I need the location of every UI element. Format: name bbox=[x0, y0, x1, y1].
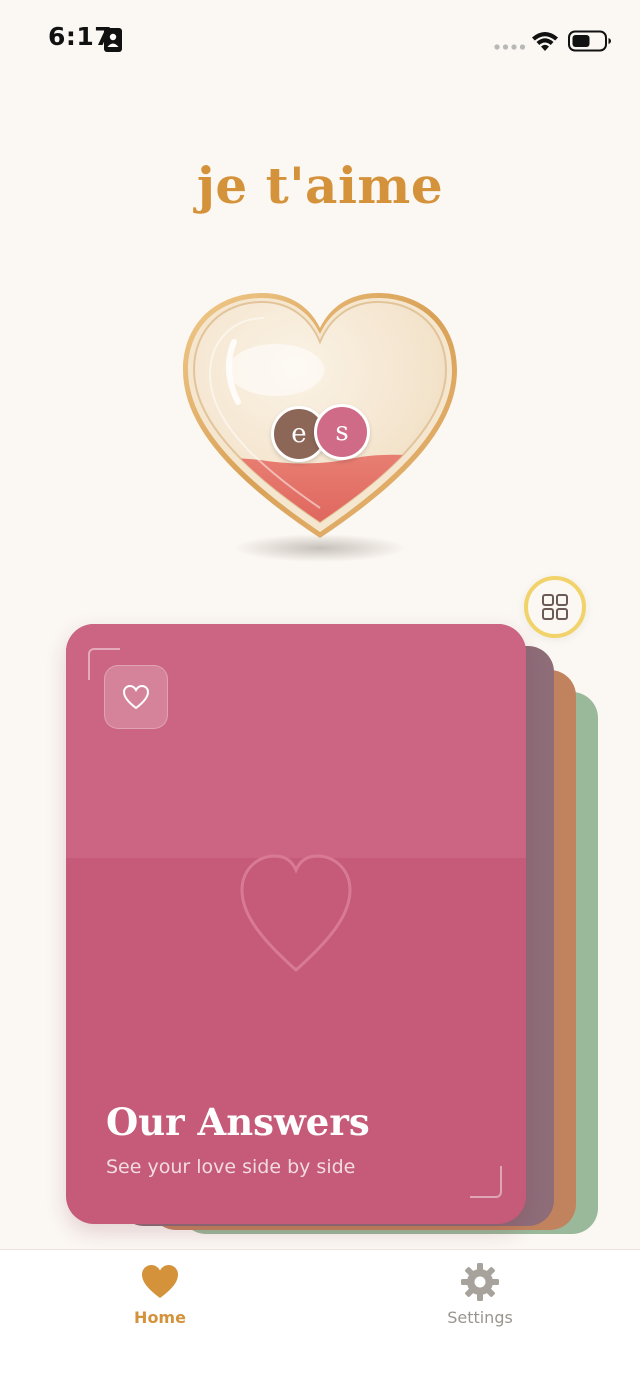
grid-view-button[interactable] bbox=[524, 576, 586, 638]
grid-icon bbox=[542, 594, 568, 620]
card-badge bbox=[104, 665, 168, 729]
card-subtitle: See your love side by side bbox=[106, 1156, 356, 1178]
tab-settings[interactable]: Settings bbox=[400, 1262, 560, 1342]
partner-avatar-s[interactable]: s bbox=[314, 404, 370, 460]
tab-home[interactable]: Home bbox=[80, 1262, 240, 1342]
heart-outline-icon bbox=[122, 684, 150, 710]
heart-outline-watermark-icon bbox=[240, 854, 352, 973]
signal-dots-icon bbox=[494, 44, 526, 50]
status-bar: 6:17 bbox=[0, 0, 640, 80]
battery-icon bbox=[568, 30, 611, 52]
tab-bar: Home Settings bbox=[0, 1249, 640, 1385]
tab-settings-label: Settings bbox=[447, 1308, 513, 1327]
card-top-band bbox=[66, 624, 526, 858]
person-id-icon bbox=[104, 28, 122, 52]
app-title: je t'aime bbox=[196, 156, 444, 215]
our-answers-card[interactable]: Our Answers See your love side by side bbox=[66, 624, 526, 1224]
tab-home-label: Home bbox=[134, 1308, 186, 1327]
card-corner-decoration bbox=[470, 1166, 502, 1198]
card-title: Our Answers bbox=[106, 1100, 370, 1144]
wifi-icon bbox=[532, 32, 558, 51]
heart-icon bbox=[142, 1265, 178, 1298]
status-time: 6:17 bbox=[48, 22, 113, 51]
gear-icon bbox=[461, 1263, 499, 1301]
